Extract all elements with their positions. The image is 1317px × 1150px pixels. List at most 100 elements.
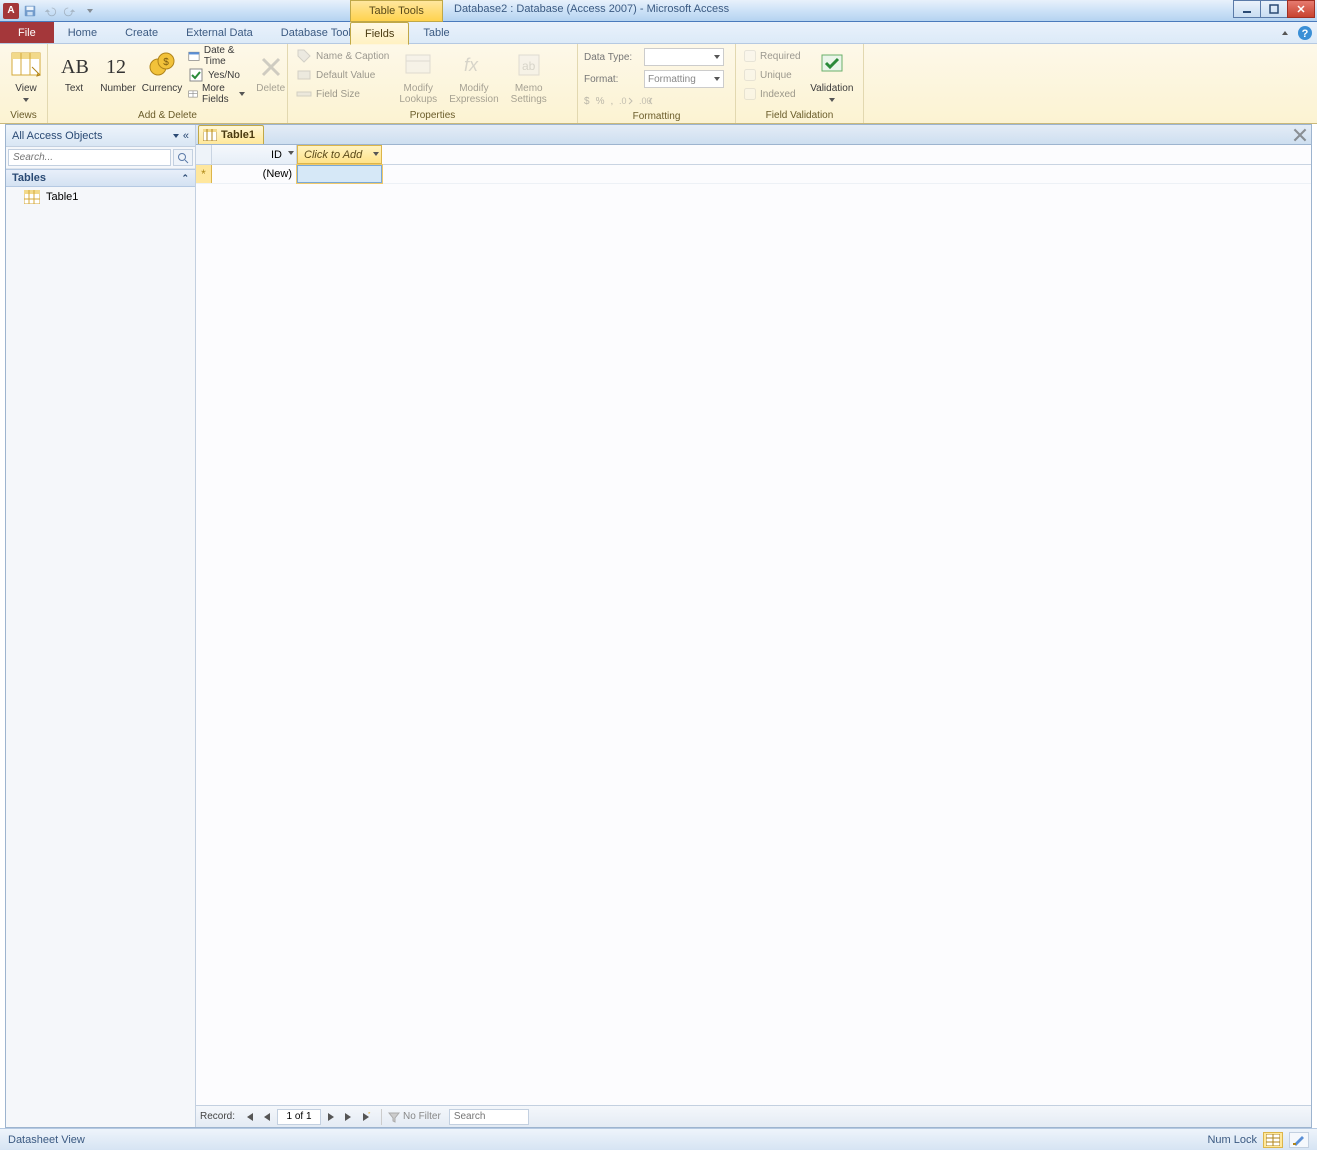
view-button[interactable]: View: [6, 47, 46, 107]
cell-add-new[interactable]: [297, 165, 382, 183]
nav-header[interactable]: All Access Objects «: [6, 125, 195, 147]
number-icon: 12: [102, 49, 134, 81]
qat-redo-icon[interactable]: [61, 2, 79, 20]
row-selector-new[interactable]: *: [196, 165, 212, 183]
modify-lookups-button: Modify Lookups: [395, 47, 441, 107]
nav-group-tables[interactable]: Tables ⌃: [6, 169, 195, 187]
nav-search-input[interactable]: [8, 149, 171, 166]
document-area: Table1 ID Click to Add * (New): [196, 125, 1311, 1127]
unique-checkbox: Unique: [742, 66, 803, 84]
nav-search-button[interactable]: [173, 149, 193, 166]
first-record-button[interactable]: [241, 1109, 257, 1125]
group-validation-label: Field Validation: [736, 110, 863, 123]
tab-file[interactable]: File: [0, 22, 54, 43]
group-views-label: Views: [0, 110, 47, 123]
svg-text:$: $: [163, 57, 169, 68]
value-icon: [296, 67, 312, 83]
svg-text:?: ?: [1302, 28, 1309, 40]
tab-table[interactable]: Table: [409, 22, 463, 44]
tag-icon: [296, 48, 312, 64]
design-view-button[interactable]: [1289, 1132, 1309, 1148]
default-value-button: Default Value: [294, 66, 391, 84]
datasheet-view-icon: [10, 49, 42, 81]
qat-undo-icon[interactable]: [41, 2, 59, 20]
workspace: All Access Objects « Tables ⌃ Table1 Tab…: [5, 124, 1312, 1128]
datasheet[interactable]: ID Click to Add * (New): [196, 145, 1311, 1105]
format-combo[interactable]: Formatting: [644, 70, 724, 88]
filter-icon: [388, 1111, 400, 1123]
qat-save-icon[interactable]: [21, 2, 39, 20]
svg-text:ab: ab: [522, 59, 536, 73]
tab-fields[interactable]: Fields: [350, 22, 409, 45]
modify-expression-button: fx Modify Expression: [445, 47, 502, 107]
new-record-button[interactable]: *: [359, 1109, 375, 1125]
ruler-icon: [296, 86, 312, 102]
format-label: Format:: [584, 74, 640, 85]
text-field-button[interactable]: AB Text: [54, 47, 94, 96]
table-icon: [203, 129, 217, 141]
status-numlock: Num Lock: [1207, 1134, 1257, 1146]
svg-text:12: 12: [106, 56, 126, 78]
tab-create[interactable]: Create: [111, 22, 172, 43]
contextual-tab-label: Table Tools: [350, 0, 443, 22]
date-time-button[interactable]: Date & Time: [186, 47, 247, 65]
field-size-button: Field Size: [294, 85, 391, 103]
yes-no-button[interactable]: Yes/No: [186, 66, 247, 84]
lookup-icon: [402, 49, 434, 81]
percent-format-icon: %: [596, 96, 605, 107]
calendar-icon: [188, 48, 200, 64]
currency-field-button[interactable]: $ Currency: [142, 47, 182, 96]
help-icon[interactable]: ?: [1297, 25, 1313, 41]
document-tab-table1[interactable]: Table1: [198, 125, 264, 144]
qat-customize-icon[interactable]: [81, 2, 99, 20]
required-checkbox: Required: [742, 47, 803, 65]
title-bar: A Table Tools Database2 : Database (Acce…: [0, 0, 1317, 22]
nav-collapse-icon[interactable]: «: [183, 130, 189, 142]
close-tab-icon[interactable]: [1293, 128, 1307, 142]
data-type-combo[interactable]: [644, 48, 724, 66]
number-field-button[interactable]: 12 Number: [98, 47, 138, 96]
increase-decimals-icon: .0: [619, 95, 633, 107]
svg-text:AB: AB: [61, 56, 89, 78]
text-icon: AB: [58, 49, 90, 81]
table-icon: [24, 190, 40, 204]
record-label: Record:: [200, 1111, 235, 1122]
datasheet-view-button[interactable]: [1263, 1132, 1283, 1148]
validation-button[interactable]: Validation: [807, 47, 857, 107]
svg-text:.0: .0: [619, 96, 627, 106]
currency-icon: $: [146, 49, 178, 81]
more-fields-button[interactable]: More Fields: [186, 85, 247, 103]
column-header-add[interactable]: Click to Add: [297, 145, 382, 164]
window-title: Database2 : Database (Access 2007) - Mic…: [454, 3, 729, 15]
group-formatting-label: Formatting: [578, 111, 735, 124]
app-icon: A: [3, 3, 19, 19]
fx-icon: fx: [458, 49, 490, 81]
last-record-button[interactable]: [341, 1109, 357, 1125]
validation-icon: [816, 49, 848, 81]
select-all-cell[interactable]: [196, 145, 212, 164]
nav-filter-icon[interactable]: [173, 134, 179, 138]
data-type-label: Data Type:: [584, 52, 640, 63]
collapse-group-icon[interactable]: ⌃: [181, 173, 189, 184]
record-position-input[interactable]: [277, 1109, 321, 1125]
column-dropdown-icon[interactable]: [288, 151, 294, 155]
maximize-button[interactable]: [1260, 0, 1288, 18]
ribbon: View Views AB Text 12 Number $ Currency …: [0, 44, 1317, 124]
minimize-button[interactable]: [1233, 0, 1261, 18]
navigation-pane: All Access Objects « Tables ⌃ Table1: [6, 125, 196, 1127]
name-caption-button: Name & Caption: [294, 47, 391, 65]
nav-item-table1[interactable]: Table1: [6, 187, 195, 207]
tab-home[interactable]: Home: [54, 22, 111, 43]
next-record-button[interactable]: [323, 1109, 339, 1125]
tab-external-data[interactable]: External Data: [172, 22, 267, 43]
cell-id-new[interactable]: (New): [212, 165, 297, 183]
no-filter-indicator[interactable]: No Filter: [381, 1109, 447, 1125]
column-header-id[interactable]: ID: [212, 145, 297, 164]
prev-record-button[interactable]: [259, 1109, 275, 1125]
close-button[interactable]: [1287, 0, 1315, 18]
delete-field-button: Delete: [251, 47, 291, 96]
record-search-input[interactable]: [449, 1109, 529, 1125]
svg-text:fx: fx: [464, 55, 479, 75]
minimize-ribbon-icon[interactable]: [1277, 25, 1293, 41]
add-column-dropdown-icon[interactable]: [373, 152, 379, 156]
